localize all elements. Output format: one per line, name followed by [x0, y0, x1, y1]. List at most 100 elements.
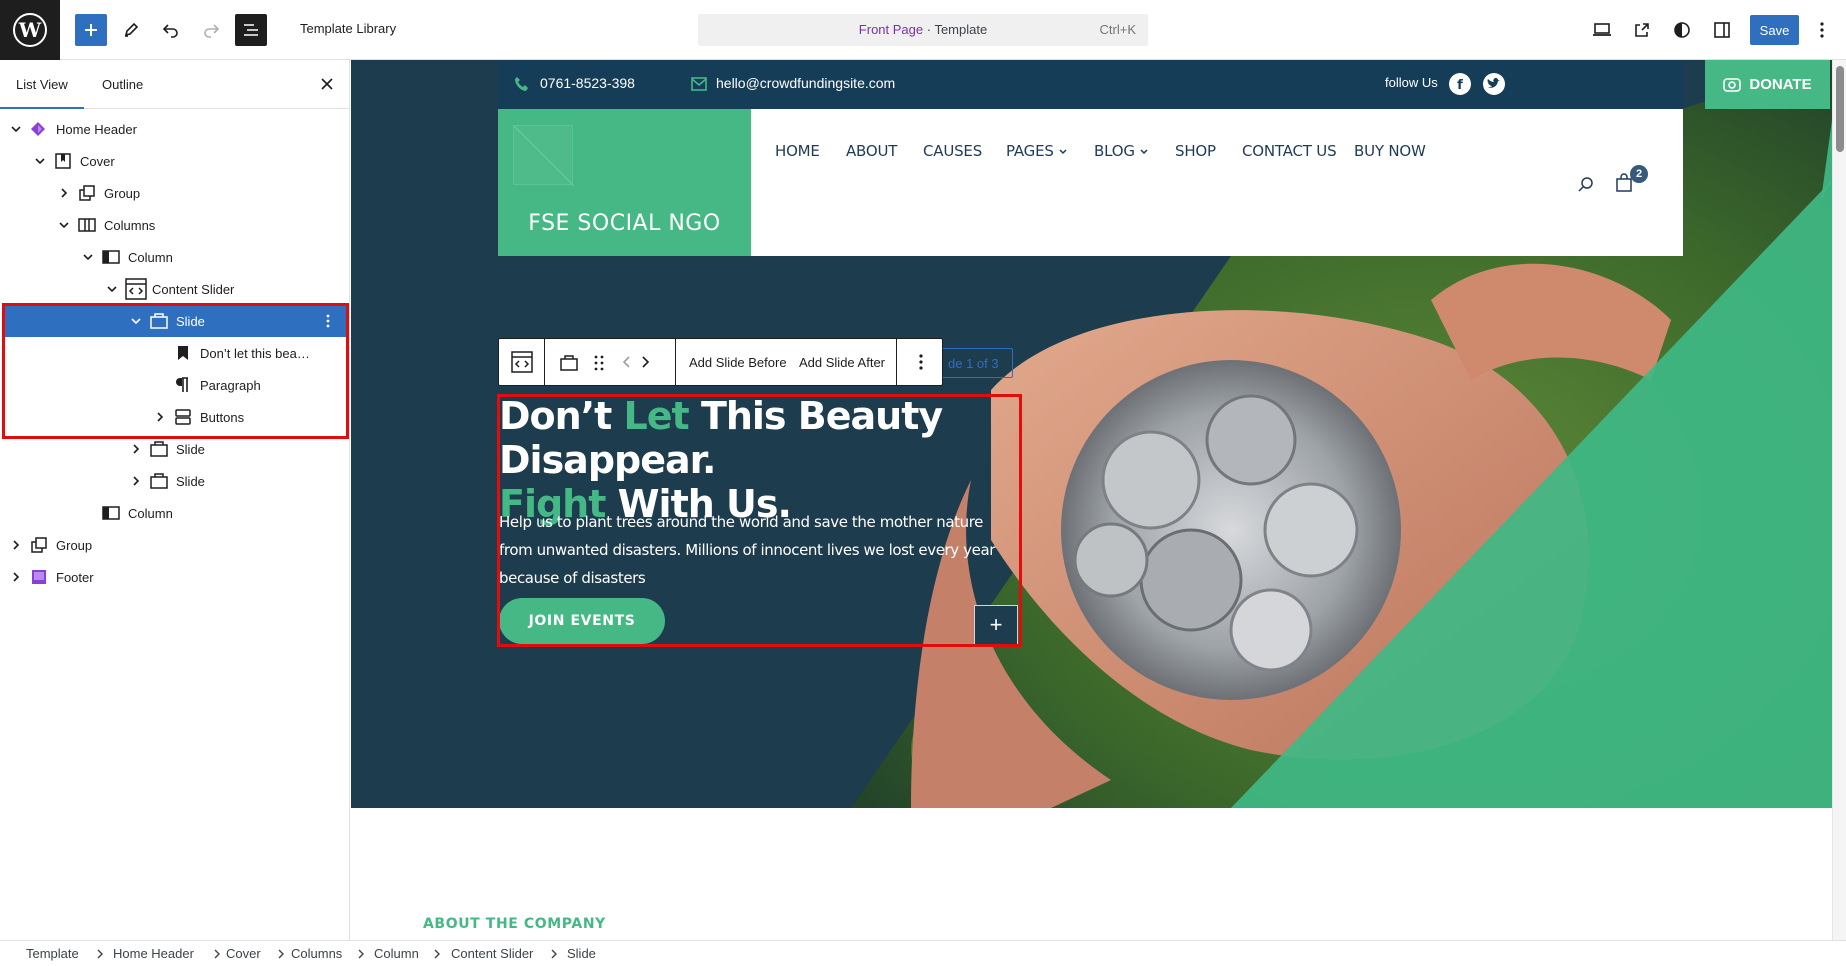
- svg-text:f: f: [1457, 78, 1463, 93]
- chevron-right-icon[interactable]: [153, 410, 167, 424]
- paragraph-icon: [176, 377, 188, 392]
- breadcrumb-template[interactable]: Template: [26, 946, 79, 961]
- chevron-down-icon[interactable]: [9, 122, 23, 136]
- chevron-right-icon[interactable]: [639, 355, 651, 369]
- breadcrumb-slide[interactable]: Slide: [567, 946, 596, 961]
- nav-about[interactable]: ABOUT: [846, 142, 897, 160]
- facebook-icon[interactable]: f: [1449, 73, 1471, 95]
- tree-item-slide-2[interactable]: Slide: [0, 433, 350, 465]
- site-email[interactable]: hello@crowdfundingsite.com: [716, 75, 895, 91]
- command-shortcut: Ctrl+K: [1099, 22, 1136, 37]
- nav-contact-us[interactable]: CONTACT US: [1242, 142, 1337, 160]
- slide-block-icon[interactable]: [559, 353, 579, 373]
- add-block-button[interactable]: [75, 14, 107, 46]
- tree-item-group-2[interactable]: Group: [0, 529, 350, 561]
- redo-button[interactable]: [195, 14, 227, 46]
- tree-item-column-2[interactable]: Column: [0, 497, 350, 529]
- drag-handle-icon[interactable]: [593, 354, 605, 372]
- template-library-title[interactable]: Template Library: [300, 21, 396, 36]
- document-overview-button[interactable]: [235, 14, 267, 46]
- content-slider-icon: [125, 278, 147, 300]
- tree-item-column[interactable]: Column: [0, 241, 350, 273]
- block-options-button[interactable]: [896, 339, 944, 385]
- chevron-down-icon[interactable]: [129, 314, 143, 328]
- chevron-right-icon[interactable]: [57, 186, 71, 200]
- editor-canvas[interactable]: 0761-8523-398 hello@crowdfundingsite.com…: [351, 60, 1832, 940]
- about-company-heading[interactable]: ABOUT THE COMPANY: [423, 916, 606, 932]
- block-toolbar: Add Slide Before Add Slide After: [498, 338, 943, 386]
- nav-home[interactable]: HOME: [775, 142, 820, 160]
- styles-button[interactable]: [1666, 14, 1698, 46]
- tab-outline[interactable]: Outline: [102, 77, 143, 92]
- breadcrumb-home-header[interactable]: Home Header: [113, 946, 194, 961]
- tab-list-view[interactable]: List View: [0, 77, 84, 109]
- breadcrumb-content-slider[interactable]: Content Slider: [451, 946, 533, 961]
- search-icon[interactable]: [1578, 176, 1594, 192]
- settings-sidebar-button[interactable]: [1706, 14, 1738, 46]
- tree-item-paragraph[interactable]: Paragraph: [0, 369, 350, 401]
- breadcrumb-cover[interactable]: Cover: [226, 946, 261, 961]
- site-phone[interactable]: 0761-8523-398: [540, 75, 635, 91]
- add-slide-before-button[interactable]: Add Slide Before: [689, 355, 787, 370]
- chevron-down-icon[interactable]: [57, 218, 71, 232]
- undo-button[interactable]: [155, 14, 187, 46]
- tree-item-cover[interactable]: Cover: [0, 145, 350, 177]
- redo-icon: [204, 24, 220, 38]
- chevron-right-icon[interactable]: [9, 570, 23, 584]
- phone-icon: [515, 77, 528, 91]
- tree-item-group[interactable]: Group: [0, 177, 350, 209]
- add-slide-after-button[interactable]: Add Slide After: [799, 355, 885, 370]
- tools-pencil-button[interactable]: [115, 14, 147, 46]
- slide-block-icon: [150, 441, 168, 457]
- content-slider-icon: [511, 351, 533, 373]
- canvas-scrollbar[interactable]: [1832, 60, 1846, 940]
- chevron-right-icon[interactable]: [129, 442, 143, 456]
- open-in-new-tab-button[interactable]: [1626, 14, 1658, 46]
- site-title[interactable]: FSE SOCIAL NGO: [498, 211, 751, 236]
- column-block-icon: [102, 250, 120, 264]
- tree-item-footer[interactable]: Footer: [0, 561, 350, 593]
- selected-slide-outline-canvas: [497, 394, 1022, 647]
- chevron-down-icon[interactable]: [81, 250, 95, 264]
- tree-item-slide-3[interactable]: Slide: [0, 465, 350, 497]
- nav-causes[interactable]: CAUSES: [923, 142, 982, 160]
- tree-item-content-slider[interactable]: Content Slider: [0, 273, 350, 305]
- tree-item-columns[interactable]: Columns: [0, 209, 350, 241]
- scrollbar-thumb[interactable]: [1836, 66, 1844, 152]
- close-icon[interactable]: [318, 75, 336, 93]
- chevron-down-icon[interactable]: [105, 282, 119, 296]
- chevron-down-icon[interactable]: [33, 154, 47, 168]
- command-palette-bar[interactable]: Front Page · Template Ctrl+K: [698, 14, 1148, 46]
- view-desktop-button[interactable]: [1586, 14, 1618, 46]
- slide-block-icon: [150, 473, 168, 489]
- chevron-left-icon[interactable]: [621, 355, 633, 369]
- svg-text:W: W: [18, 18, 42, 42]
- nav-buy-now[interactable]: BUY NOW: [1354, 142, 1426, 160]
- cover-hero[interactable]: 0761-8523-398 hello@crowdfundingsite.com…: [351, 60, 1832, 808]
- page-type: Template: [934, 22, 988, 37]
- donate-button[interactable]: DONATE: [1705, 60, 1830, 109]
- tree-item-heading[interactable]: Don’t let this bea…: [0, 337, 350, 369]
- breadcrumb-column[interactable]: Column: [374, 946, 419, 961]
- cover-block-icon: [55, 153, 71, 169]
- panel-tabs: List View Outline: [0, 60, 349, 109]
- site-logo[interactable]: FSE SOCIAL NGO: [498, 109, 751, 256]
- chevron-right-icon[interactable]: [9, 538, 23, 552]
- chevron-right-icon[interactable]: [129, 474, 143, 488]
- donate-icon: [1723, 77, 1742, 92]
- follow-us-label: follow Us: [1385, 75, 1438, 90]
- breadcrumb-columns[interactable]: Columns: [291, 946, 342, 961]
- nav-shop[interactable]: SHOP: [1175, 142, 1216, 160]
- more-vertical-icon[interactable]: [320, 313, 336, 329]
- options-menu-button[interactable]: [1806, 14, 1838, 46]
- tree-item-buttons[interactable]: Buttons: [0, 401, 350, 433]
- tree-item-home-header[interactable]: Home Header: [0, 113, 350, 145]
- nav-pages[interactable]: PAGES: [1006, 142, 1068, 160]
- tree-item-slide-selected[interactable]: Slide: [4, 305, 346, 337]
- parent-block-selector[interactable]: [499, 339, 545, 385]
- save-button[interactable]: Save: [1750, 15, 1799, 45]
- page-name: Front Page: [858, 22, 924, 37]
- twitter-icon[interactable]: [1483, 73, 1505, 95]
- wordpress-logo-icon[interactable]: W: [0, 0, 60, 60]
- nav-blog[interactable]: BLOG: [1094, 142, 1149, 160]
